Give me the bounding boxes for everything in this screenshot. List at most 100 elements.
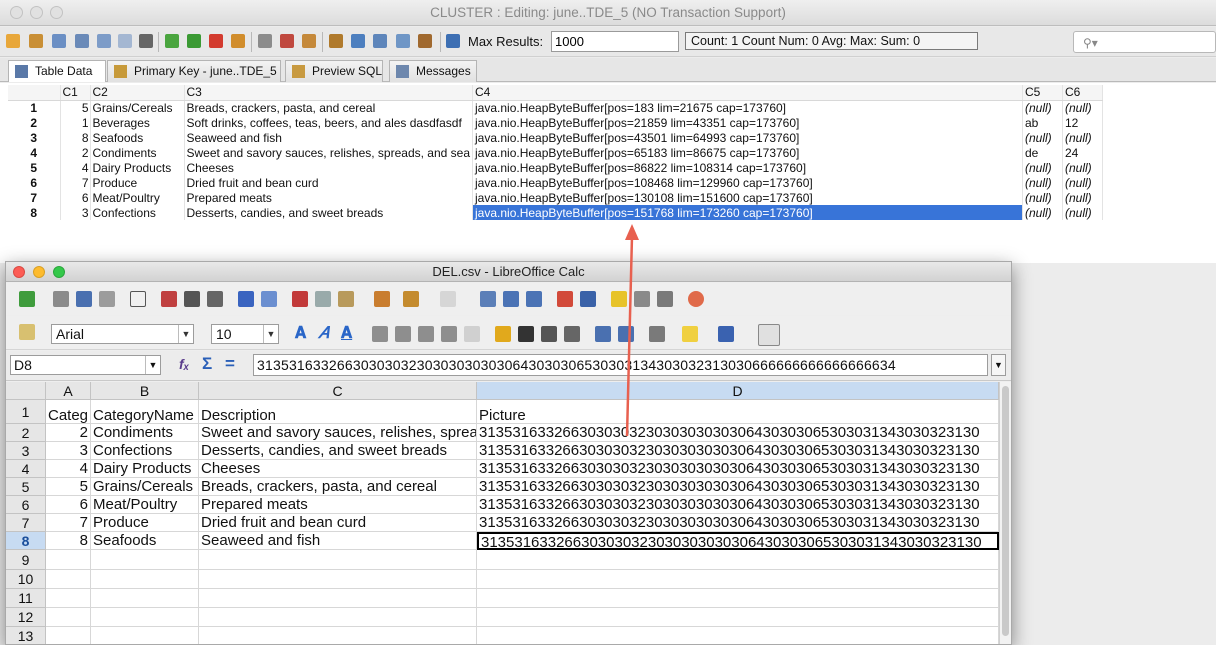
- gallery-icon[interactable]: [634, 291, 650, 307]
- cell-c4[interactable]: java.nio.HeapByteBuffer[pos=43501 lim=64…: [472, 130, 1023, 145]
- cell-c5[interactable]: (null): [1022, 160, 1063, 175]
- cell-c5[interactable]: (null): [1022, 130, 1063, 145]
- paste-icon[interactable]: [338, 291, 354, 307]
- align-left-icon[interactable]: [372, 326, 388, 342]
- column-header[interactable]: C1: [60, 85, 91, 101]
- cell-c12[interactable]: [199, 608, 477, 627]
- merge-cells-icon[interactable]: [464, 326, 480, 342]
- justify-icon[interactable]: [441, 326, 457, 342]
- cell-c5[interactable]: Breads, crackers, pasta, and cereal: [199, 478, 477, 496]
- hyperlink-icon[interactable]: [480, 291, 496, 307]
- styles-icon[interactable]: [19, 324, 35, 340]
- table-row[interactable]: 8 3 Confections Desserts, candies, and swee…: [8, 205, 1103, 220]
- row-number[interactable]: 5: [8, 160, 61, 175]
- chart-icon[interactable]: [557, 291, 573, 307]
- cell-c4[interactable]: java.nio.HeapByteBuffer[pos=86822 lim=10…: [472, 160, 1023, 175]
- cell-c4[interactable]: java.nio.HeapByteBuffer[pos=108468 lim=1…: [472, 175, 1023, 190]
- insert-row-icon[interactable]: [165, 34, 179, 48]
- cell-b9[interactable]: [91, 550, 199, 570]
- import-icon[interactable]: [75, 34, 89, 48]
- cell-b12[interactable]: [91, 608, 199, 627]
- cell-c13[interactable]: [199, 627, 477, 644]
- row-header[interactable]: 5: [6, 478, 46, 496]
- max-results-input[interactable]: [551, 31, 679, 52]
- cell-c6[interactable]: Prepared meats: [199, 496, 477, 514]
- column-header[interactable]: C6: [1062, 85, 1103, 101]
- tab-primary-key[interactable]: Primary Key - june..TDE_5: [107, 60, 281, 82]
- column-header[interactable]: C2: [90, 85, 185, 101]
- row-number[interactable]: 1: [8, 100, 61, 115]
- open-icon[interactable]: [53, 291, 69, 307]
- cell-c1[interactable]: 7: [60, 175, 91, 190]
- increase-indent-icon[interactable]: [618, 326, 634, 342]
- cell-c2[interactable]: Beverages: [90, 115, 185, 130]
- row-header[interactable]: 10: [6, 570, 46, 589]
- stop-icon[interactable]: [139, 34, 153, 48]
- navigator-icon[interactable]: [611, 291, 627, 307]
- font-name-combo[interactable]: Arial ▼: [51, 324, 194, 344]
- cell-c5[interactable]: (null): [1022, 205, 1063, 220]
- cell-c3[interactable]: Desserts, candies, and sweet breads: [199, 442, 477, 460]
- search-rows-icon[interactable]: [373, 34, 387, 48]
- filter-icon[interactable]: [29, 34, 43, 48]
- cell-c5[interactable]: (null): [1022, 190, 1063, 205]
- sort-ascending-icon[interactable]: [503, 291, 519, 307]
- cell-c6[interactable]: (null): [1062, 100, 1103, 115]
- cell-b5[interactable]: Grains/Cereals: [91, 478, 199, 496]
- cell-c2[interactable]: Produce: [90, 175, 185, 190]
- data-sources-icon[interactable]: [657, 291, 673, 307]
- column-header-b[interactable]: B: [91, 382, 199, 400]
- cell-c1[interactable]: 2: [60, 145, 91, 160]
- cell-c10[interactable]: [199, 570, 477, 589]
- cell-c9[interactable]: [199, 550, 477, 570]
- edit-row-icon[interactable]: [231, 34, 245, 48]
- cell-c3[interactable]: Dried fruit and bean curd: [184, 175, 473, 190]
- row-header[interactable]: 12: [6, 608, 46, 627]
- table-row[interactable]: 1 5 Grains/Cereals Breads, crackers, pasta,…: [8, 100, 1103, 115]
- delete-row-icon[interactable]: [209, 34, 223, 48]
- cell-d8[interactable]: 3135316332663030303230303030303064303030…: [477, 532, 999, 550]
- cell-c3[interactable]: Cheeses: [184, 160, 473, 175]
- cell-c6[interactable]: (null): [1062, 175, 1103, 190]
- cell-c5[interactable]: de: [1022, 145, 1063, 160]
- cell-c4[interactable]: java.nio.HeapByteBuffer[pos=183 lim=2167…: [472, 100, 1023, 115]
- cell-d5[interactable]: 3135316332663030303230303030303064303030…: [477, 478, 999, 496]
- cell-c2[interactable]: Meat/Poultry: [90, 190, 185, 205]
- table-row[interactable]: 2 1 Beverages Soft drinks, coffees, teas, b…: [8, 115, 1103, 130]
- copy-icon[interactable]: [315, 291, 331, 307]
- function-wizard-icon[interactable]: fₓ: [179, 356, 189, 372]
- cell-b4[interactable]: Dairy Products: [91, 460, 199, 478]
- cell-c3[interactable]: Seaweed and fish: [184, 130, 473, 145]
- cell-d1[interactable]: Picture: [477, 400, 999, 424]
- revert-icon[interactable]: [280, 34, 294, 48]
- row-header[interactable]: 8: [6, 532, 46, 550]
- cell-c2[interactable]: Seafoods: [90, 130, 185, 145]
- cell-c2[interactable]: Grains/Cereals: [90, 100, 185, 115]
- cell-b13[interactable]: [91, 627, 199, 644]
- row-header[interactable]: 13: [6, 627, 46, 644]
- row-header[interactable]: 11: [6, 589, 46, 608]
- cell-a4[interactable]: 4: [46, 460, 91, 478]
- cell-c2[interactable]: Dairy Products: [90, 160, 185, 175]
- cell-d6[interactable]: 3135316332663030303230303030303064303030…: [477, 496, 999, 514]
- cell-d9[interactable]: [477, 550, 999, 570]
- cell-d12[interactable]: [477, 608, 999, 627]
- name-box[interactable]: D8 ▼: [10, 355, 161, 375]
- email-icon[interactable]: [99, 291, 115, 307]
- column-header-c[interactable]: C: [199, 382, 477, 400]
- sort-icon[interactable]: [351, 34, 365, 48]
- search-input[interactable]: ⚲▾: [1073, 31, 1216, 53]
- cell-c5[interactable]: ab: [1022, 115, 1063, 130]
- minimize-button[interactable]: [33, 266, 45, 278]
- cell-d2[interactable]: 3135316332663030303230303030303064303030…: [477, 424, 999, 442]
- cell-c3[interactable]: Prepared meats: [184, 190, 473, 205]
- zoom-button[interactable]: [53, 266, 65, 278]
- grid-view-icon[interactable]: [329, 34, 343, 48]
- cut-icon[interactable]: [292, 291, 308, 307]
- cell-c1[interactable]: 4: [60, 160, 91, 175]
- decrease-indent-icon[interactable]: [595, 326, 611, 342]
- cell-d7[interactable]: 3135316332663030303230303030303064303030…: [477, 514, 999, 532]
- italic-icon[interactable]: 𝐴: [318, 325, 329, 343]
- tab-messages[interactable]: Messages: [389, 60, 477, 82]
- table-row[interactable]: 7 6 Meat/Poultry Prepared meats java.nio.Hea…: [8, 190, 1103, 205]
